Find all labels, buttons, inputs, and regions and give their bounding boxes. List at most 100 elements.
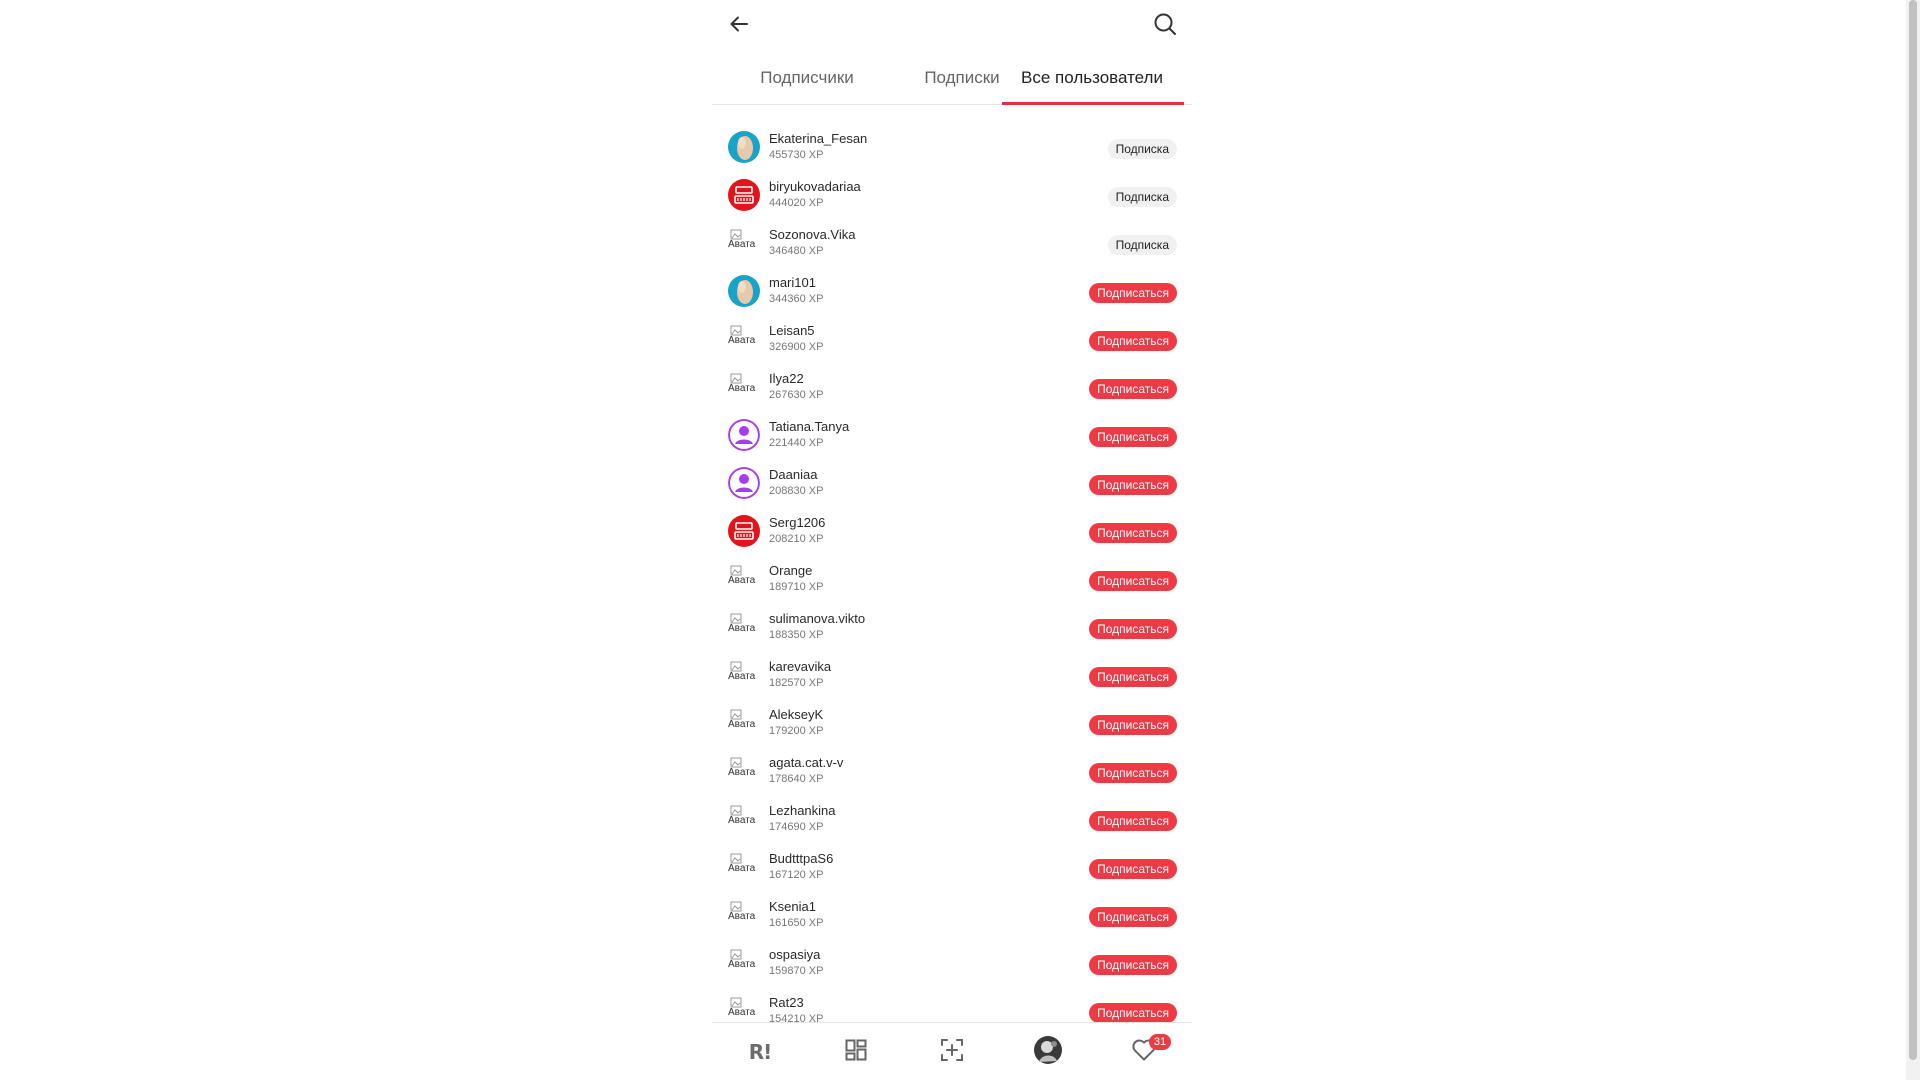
- nav-profile[interactable]: [1000, 1023, 1096, 1081]
- broken-avatar-icon: Авата: [728, 803, 760, 835]
- following-button[interactable]: Подписка: [1107, 139, 1177, 159]
- user-row[interactable]: Авата Leisan5 326900 XP Подписаться: [712, 316, 1192, 364]
- username[interactable]: Rat23: [769, 995, 804, 1010]
- user-avatar: [728, 467, 760, 499]
- user-row[interactable]: Ekaterina_Fesan 455730 XP Подписка: [712, 124, 1192, 172]
- follow-button[interactable]: Подписаться: [1089, 667, 1177, 687]
- broken-avatar-icon: Авата: [728, 707, 760, 739]
- grid-icon: [845, 1039, 867, 1066]
- username[interactable]: sulimanova.vikto: [769, 611, 865, 626]
- search-icon: [1153, 12, 1177, 41]
- follow-button[interactable]: Подписаться: [1089, 955, 1177, 975]
- follow-button[interactable]: Подписаться: [1089, 379, 1177, 399]
- follow-button[interactable]: Подписаться: [1089, 1003, 1177, 1022]
- page-scrollbar[interactable]: [1906, 0, 1920, 1080]
- user-row[interactable]: Авата ospasiya 159870 XP Подписаться: [712, 940, 1192, 988]
- user-row[interactable]: Авата Ilya22 267630 XP Подписаться: [712, 364, 1192, 412]
- following-button[interactable]: Подписка: [1107, 235, 1177, 255]
- avatar-alt-text: Авата: [728, 575, 756, 586]
- broken-avatar-icon: Авата: [728, 323, 760, 355]
- tab-all-users[interactable]: Все пользователи: [992, 52, 1192, 105]
- user-avatar: [728, 419, 760, 451]
- avatar-alt-text: Авата: [728, 959, 756, 970]
- user-row[interactable]: biryukovadariaa 444020 XP Подписка: [712, 172, 1192, 220]
- user-avatar: [728, 515, 760, 547]
- user-row[interactable]: Авата agata.cat.v-v 178640 XP Подписаться: [712, 748, 1192, 796]
- user-xp: 174690 XP: [769, 821, 824, 833]
- user-row[interactable]: Авата Lezhankina 174690 XP Подписаться: [712, 796, 1192, 844]
- follow-button[interactable]: Подписаться: [1089, 571, 1177, 591]
- nav-favorites[interactable]: 31: [1096, 1023, 1192, 1081]
- username[interactable]: Ilya22: [769, 371, 804, 386]
- user-xp: 208210 XP: [769, 533, 824, 545]
- username[interactable]: Tatiana.Tanya: [769, 419, 849, 434]
- username[interactable]: Lezhankina: [769, 803, 836, 818]
- username[interactable]: Daaniaa: [769, 467, 817, 482]
- username[interactable]: ospasiya: [769, 947, 820, 962]
- username[interactable]: Serg1206: [769, 515, 825, 530]
- back-button[interactable]: [724, 11, 754, 41]
- user-xp: 188350 XP: [769, 629, 824, 641]
- follow-button[interactable]: Подписаться: [1089, 331, 1177, 351]
- follow-button[interactable]: Подписаться: [1089, 811, 1177, 831]
- user-xp: 154210 XP: [769, 1013, 824, 1022]
- user-avatar: [728, 131, 760, 163]
- bottom-navigation: R! 31: [712, 1022, 1192, 1081]
- user-xp: 161650 XP: [769, 917, 824, 929]
- avatar-alt-text: Авата: [728, 671, 756, 682]
- username[interactable]: BudtttpaS6: [769, 851, 833, 866]
- nav-add[interactable]: [904, 1023, 1000, 1081]
- user-row[interactable]: Авата Sozonova.Vika 346480 XP Подписка: [712, 220, 1192, 268]
- avatar-alt-text: Авата: [728, 815, 756, 826]
- user-xp: 444020 XP: [769, 197, 824, 209]
- follow-button[interactable]: Подписаться: [1089, 283, 1177, 303]
- nav-home[interactable]: R!: [712, 1023, 808, 1081]
- username[interactable]: agata.cat.v-v: [769, 755, 843, 770]
- user-row[interactable]: Serg1206 208210 XP Подписаться: [712, 508, 1192, 556]
- follow-button[interactable]: Подписаться: [1089, 475, 1177, 495]
- avatar-alt-text: Авата: [728, 911, 756, 922]
- user-row[interactable]: Авата Orange 189710 XP Подписаться: [712, 556, 1192, 604]
- user-row[interactable]: Tatiana.Tanya 221440 XP Подписаться: [712, 412, 1192, 460]
- username[interactable]: Sozonova.Vika: [769, 227, 856, 242]
- scrollbar-thumb[interactable]: [1909, 0, 1917, 1060]
- user-row[interactable]: Авата sulimanova.vikto 188350 XP Подписатьс…: [712, 604, 1192, 652]
- user-xp: 159870 XP: [769, 965, 824, 977]
- follow-button[interactable]: Подписаться: [1089, 907, 1177, 927]
- username[interactable]: karevavika: [769, 659, 831, 674]
- follow-button[interactable]: Подписаться: [1089, 619, 1177, 639]
- tab-followers[interactable]: Подписчики: [722, 52, 892, 104]
- user-row[interactable]: Авата karevavika 182570 XP Подписаться: [712, 652, 1192, 700]
- search-button[interactable]: [1150, 11, 1180, 41]
- follow-button[interactable]: Подписаться: [1089, 763, 1177, 783]
- user-row[interactable]: Авата BudtttpaS6 167120 XP Подписаться: [712, 844, 1192, 892]
- username[interactable]: mari101: [769, 275, 816, 290]
- user-avatar: [728, 275, 760, 307]
- user-list[interactable]: Ekaterina_Fesan 455730 XP Подписка biryukov…: [712, 124, 1192, 1022]
- username[interactable]: AlekseyK: [769, 707, 823, 722]
- user-row[interactable]: mari101 344360 XP Подписаться: [712, 268, 1192, 316]
- follow-button[interactable]: Подписаться: [1089, 523, 1177, 543]
- avatar-alt-text: Авата: [728, 239, 756, 250]
- follow-button[interactable]: Подписаться: [1089, 427, 1177, 447]
- username[interactable]: Ekaterina_Fesan: [769, 131, 867, 146]
- username[interactable]: Leisan5: [769, 323, 815, 338]
- user-row[interactable]: Авата Rat23 154210 XP Подписаться: [712, 988, 1192, 1022]
- avatar-alt-text: Авата: [728, 623, 756, 634]
- user-xp: 179200 XP: [769, 725, 824, 737]
- following-button[interactable]: Подписка: [1107, 187, 1177, 207]
- likes-count-badge: 31: [1149, 1034, 1171, 1050]
- follow-button[interactable]: Подписаться: [1089, 715, 1177, 735]
- user-row[interactable]: Авата AlekseyK 179200 XP Подписаться: [712, 700, 1192, 748]
- nav-catalog[interactable]: [808, 1023, 904, 1081]
- profile-avatar: [1034, 1035, 1062, 1069]
- user-row[interactable]: Авата Ksenia1 161650 XP Подписаться: [712, 892, 1192, 940]
- broken-avatar-icon: Авата: [728, 371, 760, 403]
- user-row[interactable]: Daaniaa 208830 XP Подписаться: [712, 460, 1192, 508]
- username[interactable]: Orange: [769, 563, 812, 578]
- user-xp: 326900 XP: [769, 341, 824, 353]
- username[interactable]: biryukovadariaa: [769, 179, 861, 194]
- user-xp: 221440 XP: [769, 437, 824, 449]
- username[interactable]: Ksenia1: [769, 899, 816, 914]
- follow-button[interactable]: Подписаться: [1089, 859, 1177, 879]
